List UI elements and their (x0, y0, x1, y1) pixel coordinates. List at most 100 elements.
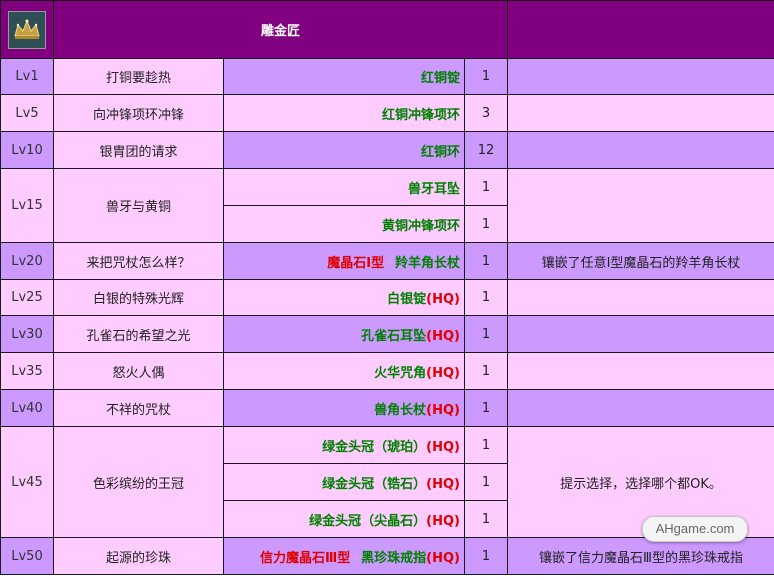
level-cell: Lv25 (0, 279, 54, 316)
count-cell: 1 (463, 168, 509, 206)
item-cell: 信力魔晶石Ⅲ型+黑珍珠戒指(HQ) (223, 537, 465, 575)
item-name-part: (HQ) (426, 476, 460, 492)
item-name-part: 魔晶石Ⅰ型 (327, 255, 385, 271)
item-name-part: 兽牙耳坠 (407, 181, 460, 197)
item-name-part: 黑珍珠戒指 (361, 550, 427, 566)
item-cell: 红铜冲锋项环 (223, 94, 465, 132)
level-cell: Lv15 (0, 168, 54, 243)
watermark: AHgame.com (642, 516, 748, 542)
table-row: Lv35 怒火人偶 火华咒角(HQ) 1 (0, 352, 774, 390)
table-row: Lv15 兽牙与黄铜 兽牙耳坠 1 (0, 168, 774, 243)
item-cell: 兽角长杖(HQ) (223, 389, 465, 427)
quest-name-cell: 兽牙与黄铜 (53, 168, 224, 243)
header-icon-cell (0, 0, 54, 59)
item-cell: 绿金头冠（锆石）(HQ) (223, 463, 465, 501)
count-cell: 1 (463, 58, 509, 95)
item-name-part: (HQ) (426, 439, 460, 455)
recipe-table: 雕金匠 Lv1 打铜要趁热 红铜锭 1 Lv5 向冲锋项环冲锋 红铜冲锋项环 3 Lv10 银胄团… (0, 0, 774, 575)
item-cell: 兽牙耳坠 (223, 168, 465, 206)
count-cell: 12 (463, 131, 509, 169)
count-cell: 1 (463, 463, 509, 501)
note-cell (507, 131, 774, 169)
item-name-part: 孔雀石耳坠 (361, 328, 427, 344)
note-cell: 镶嵌了任意Ⅰ型魔晶石的羚羊角长杖 (507, 242, 774, 280)
item-cell: 红铜环 (223, 131, 465, 169)
item-name-part: 羚羊角长杖 (394, 255, 460, 271)
table-row: Lv30 孔雀石的希望之光 孔雀石耳坠(HQ) 1 (0, 315, 774, 353)
quest-name-cell: 孔雀石的希望之光 (53, 315, 224, 353)
quest-name-cell: 色彩缤纷的王冠 (53, 426, 224, 538)
item-name-part: 白银锭 (387, 292, 427, 307)
table-row: Lv25 白银的特殊光辉 白银锭(HQ) 1 (0, 279, 774, 316)
item-cell: 绿金头冠（琥珀）(HQ) (223, 426, 465, 464)
note-cell (507, 389, 774, 427)
quest-name-cell: 起源的珍珠 (53, 537, 224, 575)
item-name-part: (HQ) (426, 513, 460, 529)
item-name-part: 红铜环 (420, 144, 460, 160)
count-cell: 1 (463, 279, 509, 316)
count-cell: 1 (463, 537, 509, 575)
quest-name-cell: 来把咒杖怎么样？ (53, 242, 224, 280)
quest-name-cell: 白银的特殊光辉 (53, 279, 224, 316)
quest-name-cell: 银胄团的请求 (53, 131, 224, 169)
note-cell: 镶嵌了信力魔晶石Ⅲ型的黑珍珠戒指 (507, 537, 774, 575)
table-row: Lv10 银胄团的请求 红铜环 12 (0, 131, 774, 169)
item-name-part: (HQ) (426, 328, 460, 344)
item-name-part: 兽角长杖 (374, 402, 427, 418)
count-cell: 1 (463, 205, 509, 243)
note-cell (507, 315, 774, 353)
table-row: Lv5 向冲锋项环冲锋 红铜冲锋项环 3 (0, 94, 774, 132)
item-name-part: 绿金头冠（锆石） (322, 476, 427, 492)
level-cell: Lv45 (0, 426, 54, 538)
note-cell (507, 279, 774, 316)
count-cell: 1 (463, 500, 509, 538)
item-name-part: (HQ) (426, 292, 460, 307)
header-empty-cell (507, 0, 774, 59)
table-row: Lv40 不祥的咒杖 兽角长杖(HQ) 1 (0, 389, 774, 427)
level-cell: Lv40 (0, 389, 54, 427)
item-name-part: (HQ) (426, 402, 460, 418)
item-name-part: (HQ) (426, 365, 460, 381)
note-cell (507, 168, 774, 243)
crown-icon (8, 10, 46, 49)
count-cell: 1 (463, 389, 509, 427)
item-cell: 黄铜冲锋项环 (223, 205, 465, 243)
table-row: Lv50 起源的珍珠 信力魔晶石Ⅲ型+黑珍珠戒指(HQ) 1 镶嵌了信力魔晶石Ⅲ型的黑珍… (0, 537, 774, 575)
count-cell: 1 (463, 426, 509, 464)
level-cell: Lv20 (0, 242, 54, 280)
item-name-part: 红铜锭 (420, 71, 460, 86)
count-cell: 1 (463, 242, 509, 280)
item-name-part: (HQ) (426, 550, 460, 566)
item-name-part: 绿金头冠（琥珀） (322, 439, 427, 455)
table-row: Lv1 打铜要趁热 红铜锭 1 (0, 58, 774, 95)
note-cell (507, 94, 774, 132)
item-cell: 魔晶石Ⅰ型+羚羊角长杖 (223, 242, 465, 280)
item-name-part: 火华咒角 (374, 365, 427, 381)
table-row: Lv45 色彩缤纷的王冠 绿金头冠（琥珀）(HQ) 1 提示选择，选择哪个都OK。 (0, 426, 774, 538)
quest-name-cell: 打铜要趁热 (53, 58, 224, 95)
item-cell: 白银锭(HQ) (223, 279, 465, 316)
item-name-part: + (384, 255, 395, 271)
level-cell: Lv35 (0, 352, 54, 390)
item-name-part: 绿金头冠（尖晶石） (309, 513, 427, 529)
note-cell (507, 352, 774, 390)
item-cell: 红铜锭 (223, 58, 465, 95)
header-row: 雕金匠 (0, 0, 774, 59)
count-cell: 1 (463, 352, 509, 390)
level-cell: Lv50 (0, 537, 54, 575)
count-cell: 1 (463, 315, 509, 353)
item-cell: 孔雀石耳坠(HQ) (223, 315, 465, 353)
level-cell: Lv5 (0, 94, 54, 132)
page-title: 雕金匠 (52, 0, 509, 59)
level-cell: Lv30 (0, 315, 54, 353)
level-cell: Lv1 (0, 58, 54, 95)
table-row: Lv20 来把咒杖怎么样？ 魔晶石Ⅰ型+羚羊角长杖 1 镶嵌了任意Ⅰ型魔晶石的羚羊角长杖 (0, 242, 774, 280)
quest-name-cell: 不祥的咒杖 (53, 389, 224, 427)
count-cell: 3 (463, 94, 509, 132)
level-cell: Lv10 (0, 131, 54, 169)
item-name-part: 信力魔晶石Ⅲ型 (259, 550, 351, 566)
item-cell: 火华咒角(HQ) (223, 352, 465, 390)
quest-name-cell: 怒火人偶 (53, 352, 224, 390)
note-cell (507, 58, 774, 95)
item-name-part: + (350, 550, 362, 566)
